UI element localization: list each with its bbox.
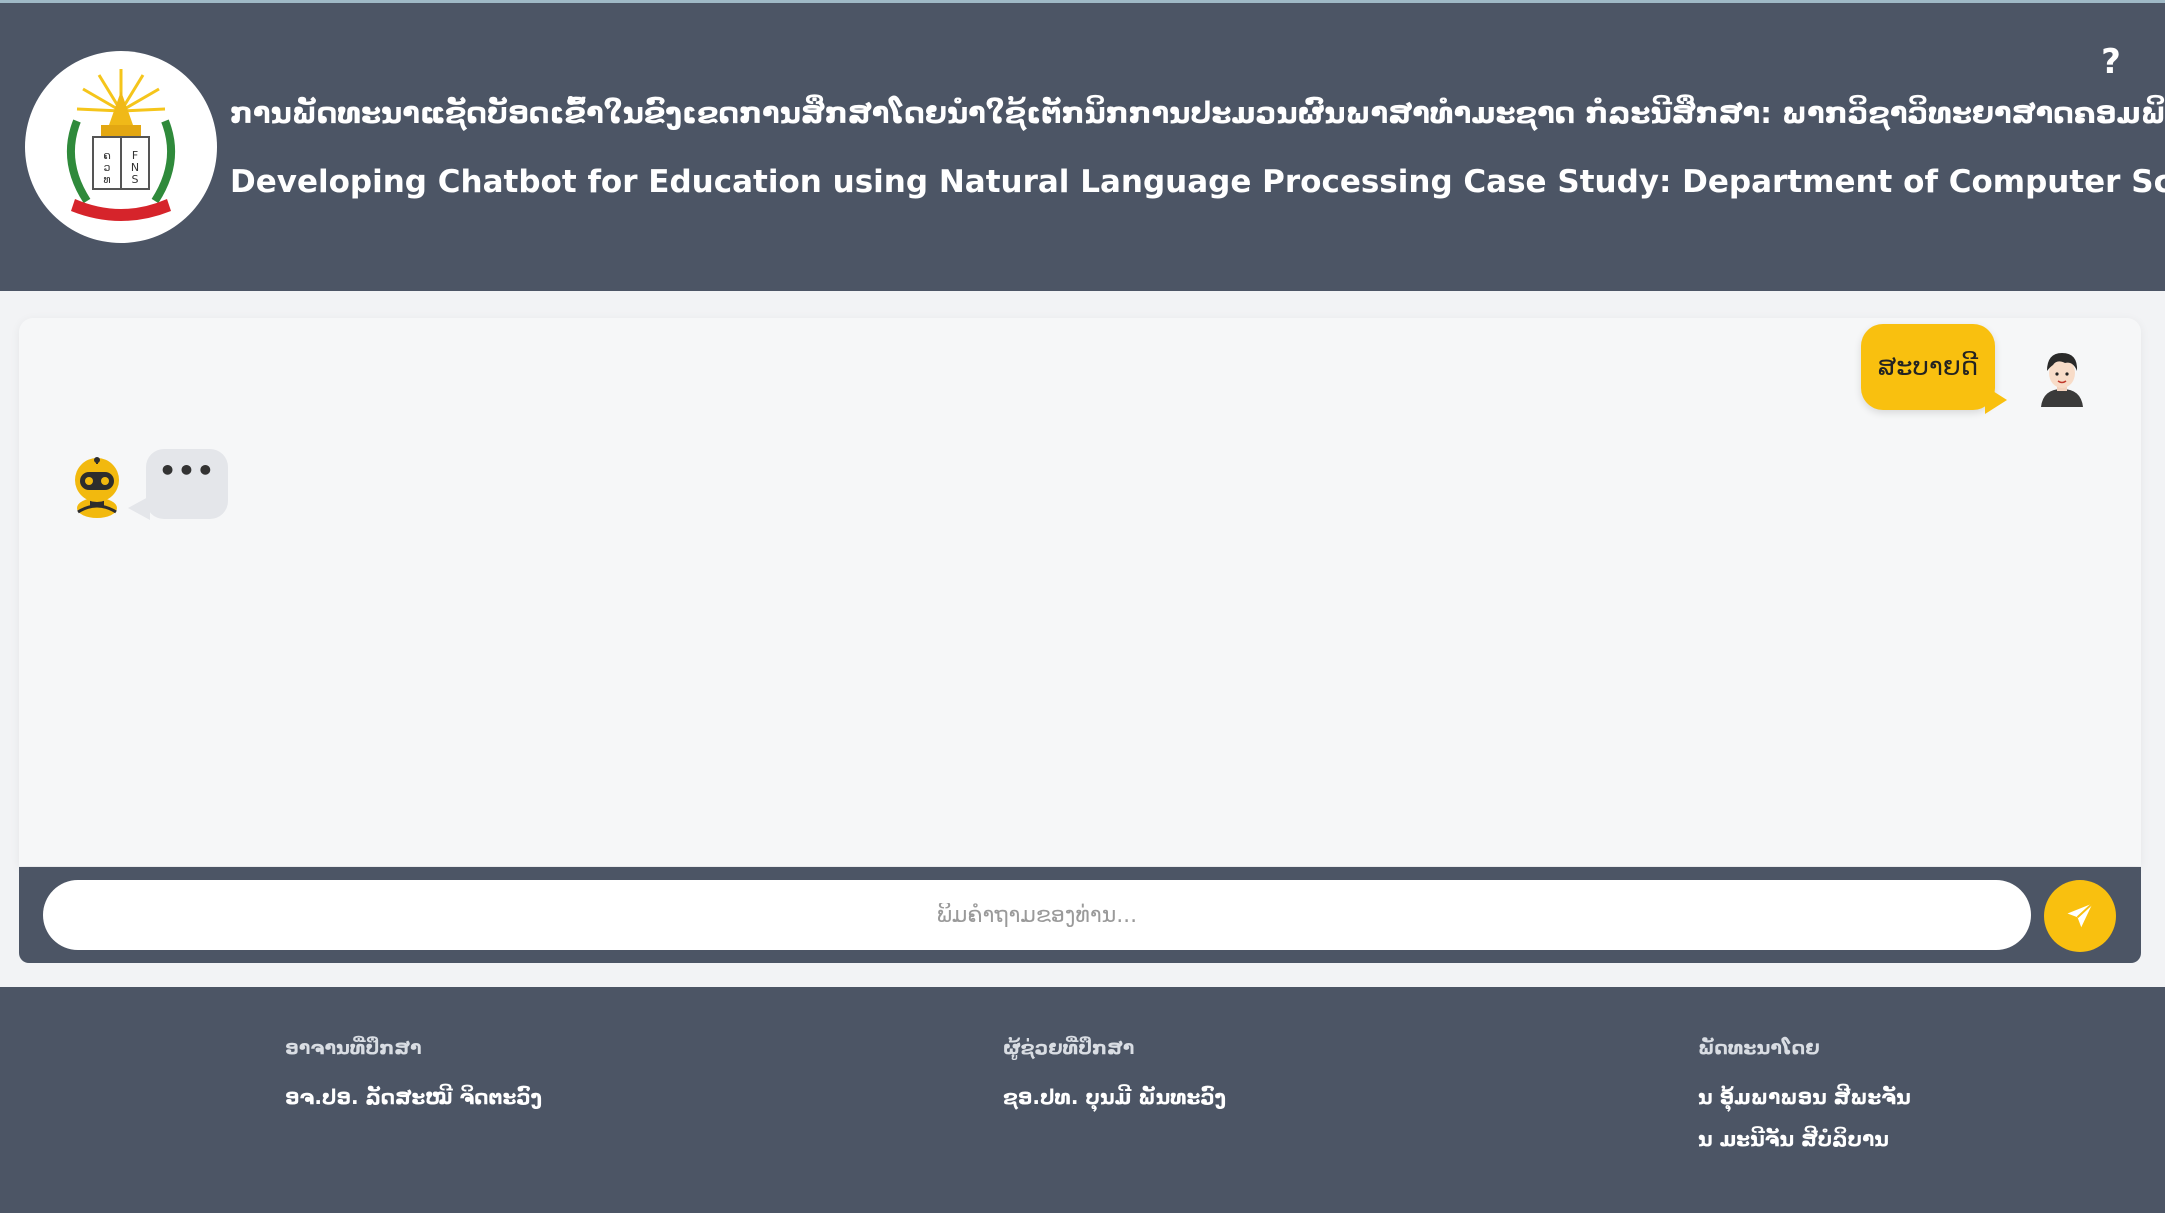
app-header: ຄ ວ ທ F N S ການພັດທະນາແຊັດບັອດເຂົ້າໃນຂົງ… bbox=[0, 0, 2165, 291]
user-message-bubble: ສະບາຍດີ bbox=[1861, 324, 1995, 410]
footer-heading: ອາຈານທີ່ປຶກສາ bbox=[285, 1037, 422, 1059]
send-button[interactable] bbox=[2044, 880, 2116, 952]
footer-name: ອຈ.ປອ. ລັດສະໝີ ຈິດຕະວົງ bbox=[285, 1085, 542, 1109]
logo-letter: S bbox=[132, 173, 139, 186]
user-avatar-icon bbox=[2031, 345, 2093, 407]
footer-heading: ຜູ້ຊ່ວຍທີ່ປຶກສາ bbox=[1003, 1037, 1135, 1059]
header-top-line bbox=[0, 0, 2165, 3]
footer-co-advisor-section: ຜູ້ຊ່ວຍທີ່ປຶກສາ ຊອ.ປທ. ບຸນມີ ພັນທະວົງ bbox=[1003, 1037, 1226, 1127]
page-title-english: Developing Chatbot for Education using N… bbox=[230, 164, 2165, 200]
robot-avatar-icon bbox=[64, 454, 130, 520]
page-title-lao: ການພັດທະນາແຊັດບັອດເຂົ້າໃນຂົງເຂດການສຶກສາໂ… bbox=[230, 96, 2165, 130]
footer-advisor-section: ອາຈານທີ່ປຶກສາ ອຈ.ປອ. ລັດສະໝີ ຈິດຕະວົງ bbox=[285, 1037, 542, 1127]
paper-plane-icon bbox=[2067, 902, 2094, 928]
footer-name: ນ ມະນີຈັນ ສີບໍລິບານ bbox=[1698, 1127, 1889, 1151]
help-button[interactable]: ? bbox=[2096, 42, 2126, 82]
message-input[interactable] bbox=[43, 880, 2031, 950]
bot-typing-indicator: ••• bbox=[146, 449, 228, 519]
footer-heading: ພັດທະນາໂດຍ bbox=[1698, 1037, 1820, 1059]
user-bubble-tail bbox=[1985, 386, 2007, 414]
footer-name: ຊອ.ປທ. ບຸນມີ ພັນທະວົງ bbox=[1003, 1085, 1226, 1109]
footer-developers-section: ພັດທະນາໂດຍ ນ ອຸ້ມພາພອນ ສີພະຈັນ ນ ມະນີຈັນ… bbox=[1698, 1037, 1911, 1169]
logo-letter: ທ bbox=[103, 173, 110, 186]
faculty-emblem-icon: ຄ ວ ທ F N S bbox=[66, 69, 176, 221]
footer-name: ນ ອຸ້ມພາພອນ ສີພະຈັນ bbox=[1698, 1085, 1911, 1109]
faculty-logo: ຄ ວ ທ F N S bbox=[25, 51, 217, 243]
chat-window bbox=[19, 318, 2141, 866]
